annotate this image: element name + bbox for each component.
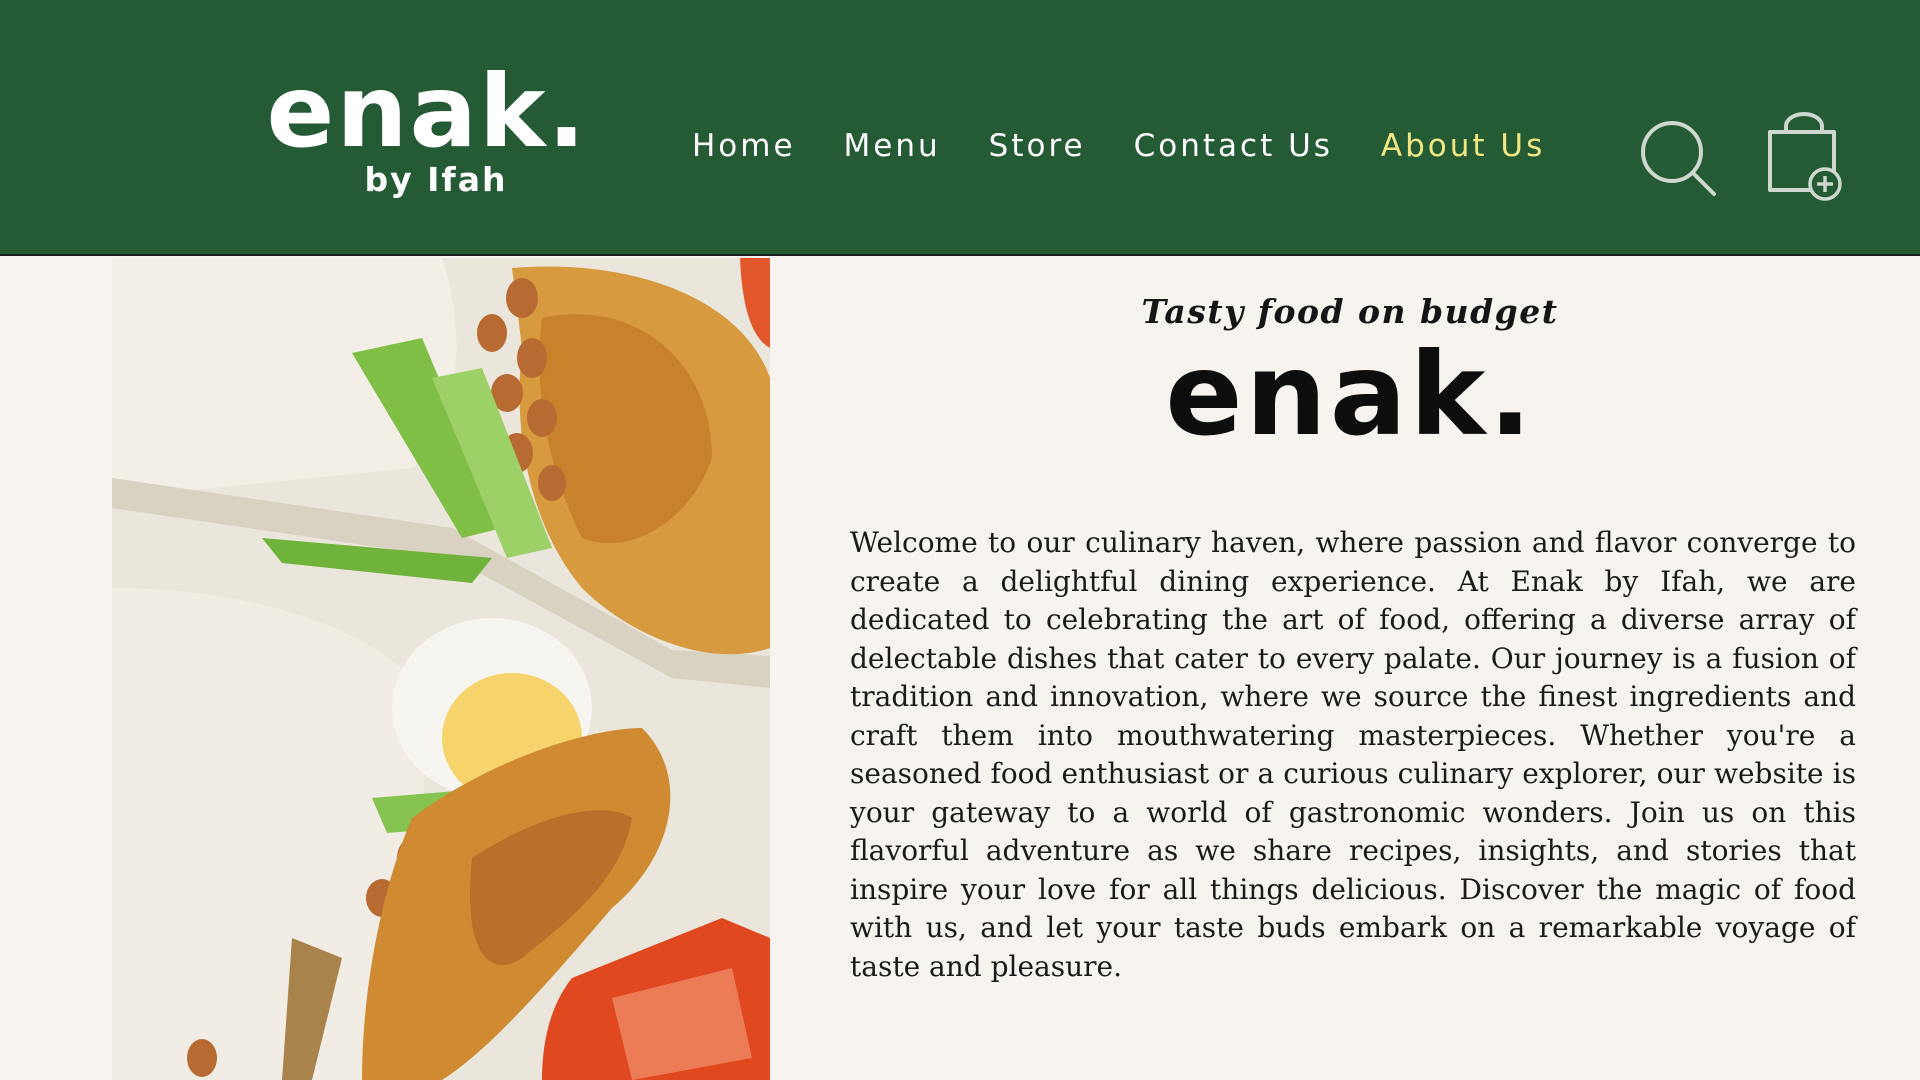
nav-contact-us[interactable]: Contact Us [1134,128,1333,164]
about-paragraph: Welcome to our culinary haven, where pas… [850,526,1856,983]
nav-home[interactable]: Home [692,128,796,164]
site-header: enak. by Ifah Home Menu Store Contact Us… [0,0,1920,256]
logo-wordmark: enak. [266,53,588,170]
site-logo[interactable]: enak. by Ifah [262,62,592,202]
cart-button[interactable] [1764,112,1844,204]
nav-about-us[interactable]: About Us [1381,128,1545,164]
shopping-bag-add-icon [1768,112,1842,201]
nav-menu[interactable]: Menu [844,128,941,164]
brand-title: enak. [1165,328,1535,461]
main-nav: Home Menu Store Contact Us About Us [692,128,1545,164]
tagline: Tasty food on budget [1141,292,1559,331]
nav-store[interactable]: Store [989,128,1086,164]
food-photo [112,258,770,1080]
search-button[interactable] [1638,118,1718,198]
search-icon [1641,121,1716,196]
